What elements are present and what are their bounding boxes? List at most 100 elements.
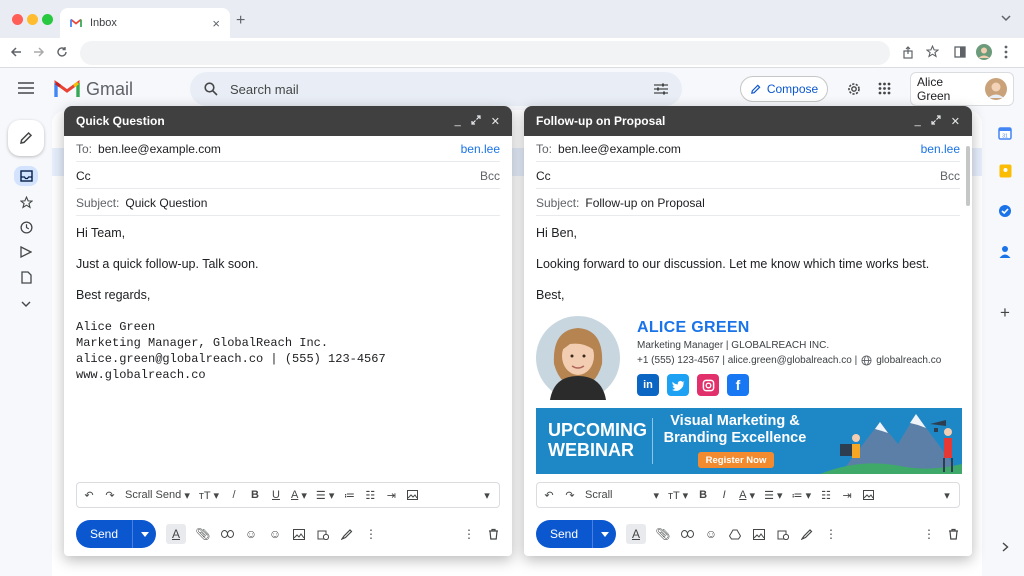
minimize-window-button[interactable]: [27, 14, 38, 25]
search-bar[interactable]: Search mail: [190, 72, 682, 106]
recipient-chip-link[interactable]: ben.lee: [461, 142, 500, 156]
message-closing[interactable]: Best,: [536, 288, 565, 302]
new-tab-button[interactable]: +: [236, 12, 245, 30]
more-options-icon[interactable]: ⋮: [364, 526, 378, 542]
emoji-icon[interactable]: ☺: [244, 526, 258, 542]
register-now-button[interactable]: Register Now: [698, 452, 774, 468]
redo-icon[interactable]: ↷: [564, 489, 576, 502]
compose-header[interactable]: Quick Question _ ✕: [64, 106, 512, 136]
calendar-icon[interactable]: 31: [996, 124, 1014, 142]
forward-arrow-icon[interactable]: [33, 46, 45, 58]
tasks-icon[interactable]: [996, 202, 1014, 220]
text-color-icon[interactable]: A ▾: [739, 489, 755, 502]
tab-close-icon[interactable]: ×: [212, 16, 220, 31]
italic-icon[interactable]: I: [718, 489, 730, 501]
font-size-icon[interactable]: тT ▾: [199, 489, 219, 502]
formatting-toggle-icon[interactable]: A: [166, 524, 186, 544]
bulleted-list-icon[interactable]: ☷: [364, 489, 376, 502]
subject-value[interactable]: Quick Question: [125, 196, 500, 210]
minimize-icon[interactable]: _: [915, 115, 921, 128]
numbered-list-icon[interactable]: ≔: [343, 489, 355, 502]
cc-field[interactable]: Cc Bcc: [536, 163, 960, 189]
chevron-down-icon[interactable]: [1001, 14, 1011, 22]
apps-grid-icon[interactable]: [878, 82, 891, 95]
font-size-icon[interactable]: тT ▾: [668, 489, 688, 502]
discard-trash-icon[interactable]: [946, 526, 960, 542]
attach-icon[interactable]: 📎︎: [195, 526, 210, 542]
send-options-icon[interactable]: [592, 520, 616, 548]
add-addon-icon[interactable]: +: [996, 303, 1014, 322]
subject-value[interactable]: Follow-up on Proposal: [585, 196, 960, 210]
signature-pen-icon[interactable]: [800, 526, 814, 542]
account-switcher[interactable]: Alice Green: [910, 72, 1014, 106]
more-options-right-icon[interactable]: ⋮: [922, 526, 936, 542]
underline-icon[interactable]: U: [270, 489, 282, 501]
close-icon[interactable]: ✕: [951, 115, 960, 128]
back-arrow-icon[interactable]: [10, 46, 22, 58]
more-options-right-icon[interactable]: ⋮: [462, 526, 476, 542]
sent-icon[interactable]: [14, 242, 38, 262]
more-options-icon[interactable]: ⋮: [824, 526, 838, 542]
indent-icon[interactable]: ⇥: [385, 489, 397, 502]
drive-icon[interactable]: [728, 526, 742, 542]
profile-avatar[interactable]: [976, 44, 992, 60]
font-select[interactable]: Scrall Send ▾: [125, 489, 190, 502]
photo-icon[interactable]: [752, 526, 766, 542]
scrollbar-thumb[interactable]: [966, 146, 970, 206]
message-greeting[interactable]: Hi Team,: [76, 226, 125, 240]
cc-label[interactable]: Cc: [76, 169, 474, 183]
compose-header[interactable]: Follow-up on Proposal _ ✕: [524, 106, 972, 136]
facebook-icon[interactable]: f: [727, 374, 749, 396]
browser-tab[interactable]: Inbox ×: [60, 8, 230, 38]
snoozed-clock-icon[interactable]: [14, 217, 38, 237]
send-button[interactable]: Send: [76, 520, 156, 548]
instagram-icon[interactable]: [697, 374, 719, 396]
main-menu-icon[interactable]: [18, 82, 34, 94]
bulleted-list-icon[interactable]: ☷: [820, 489, 832, 502]
discard-trash-icon[interactable]: [486, 526, 500, 542]
emoji-icon[interactable]: ☺: [704, 526, 718, 542]
insert-image-icon[interactable]: [862, 490, 874, 500]
message-greeting[interactable]: Hi Ben,: [536, 226, 577, 240]
reload-icon[interactable]: [56, 46, 68, 58]
expand-panel-chevron-icon[interactable]: [996, 538, 1014, 556]
more-vert-icon[interactable]: [1004, 45, 1008, 59]
plain-signature[interactable]: Alice Green Marketing Manager, GlobalRea…: [76, 319, 386, 383]
numbered-list-icon[interactable]: ≔ ▾: [792, 489, 812, 502]
to-value[interactable]: ben.lee@example.com: [558, 142, 921, 156]
settings-gear-icon[interactable]: [846, 81, 862, 97]
confidential-lock-icon[interactable]: [776, 526, 790, 542]
send-button[interactable]: Send: [536, 520, 616, 548]
confidential-lock-icon[interactable]: [316, 526, 330, 542]
bold-icon[interactable]: B: [249, 489, 261, 501]
redo-icon[interactable]: ↷: [104, 489, 116, 502]
bookmark-star-icon[interactable]: [926, 45, 939, 58]
font-select[interactable]: Scrall ▾: [585, 489, 659, 502]
signature-website[interactable]: globalreach.co: [876, 355, 941, 366]
cc-label[interactable]: Cc: [536, 169, 934, 183]
undo-icon[interactable]: ↶: [83, 489, 95, 502]
drafts-icon[interactable]: [14, 267, 38, 287]
subject-field[interactable]: Subject: Follow-up on Proposal: [536, 190, 960, 216]
inbox-icon[interactable]: [14, 166, 38, 186]
subject-field[interactable]: Subject: Quick Question: [76, 190, 500, 216]
twitter-icon[interactable]: [667, 374, 689, 396]
bcc-link[interactable]: Bcc: [940, 169, 960, 183]
starred-icon[interactable]: [14, 192, 38, 212]
italic-slash-icon[interactable]: /: [228, 489, 240, 501]
close-window-button[interactable]: [12, 14, 23, 25]
message-body[interactable]: Looking forward to our discussion. Let m…: [536, 257, 929, 271]
search-icon[interactable]: [204, 82, 218, 96]
expand-icon[interactable]: [471, 114, 481, 128]
send-options-icon[interactable]: [132, 520, 156, 548]
more-formatting-icon[interactable]: ▾: [941, 489, 953, 502]
keep-icon[interactable]: [996, 162, 1014, 180]
attach-icon[interactable]: 📎︎: [655, 526, 670, 542]
more-chevron-icon[interactable]: [14, 294, 38, 314]
contacts-icon[interactable]: [996, 242, 1014, 260]
insert-image-icon[interactable]: [406, 490, 418, 500]
bcc-link[interactable]: Bcc: [480, 169, 500, 183]
cc-field[interactable]: Cc Bcc: [76, 163, 500, 189]
signature-pen-icon[interactable]: [340, 526, 354, 542]
align-icon[interactable]: ☰ ▾: [764, 489, 782, 502]
